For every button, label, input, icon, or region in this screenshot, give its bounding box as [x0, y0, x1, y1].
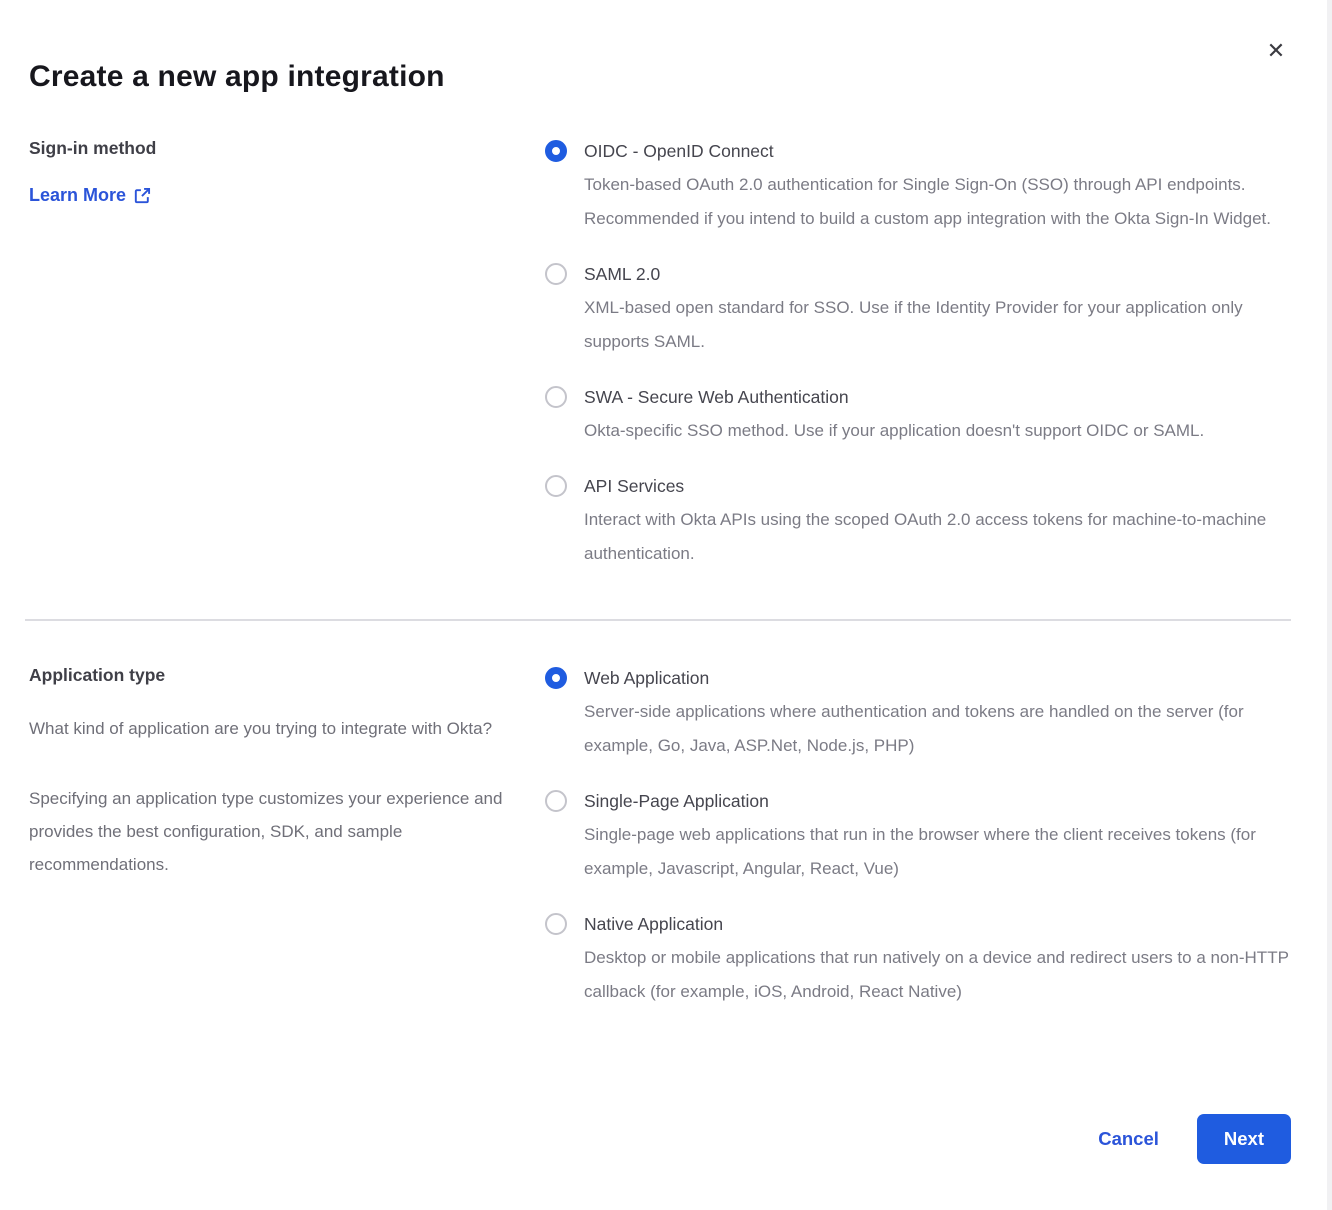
close-icon[interactable]: ✕	[1263, 38, 1289, 64]
option-desc-swa: Okta-specific SSO method. Use if your ap…	[584, 414, 1291, 448]
radio-selected-icon[interactable]	[545, 140, 567, 162]
external-link-icon	[134, 187, 151, 204]
application-type-options: Web Application Server-side applications…	[545, 665, 1291, 1009]
radio-selected-icon[interactable]	[545, 667, 567, 689]
application-type-left-column: Application type What kind of applicatio…	[29, 665, 545, 1009]
radio-unselected-icon[interactable]	[545, 263, 567, 285]
option-desc-native-application: Desktop or mobile applications that run …	[584, 941, 1291, 1009]
section-divider	[25, 619, 1291, 621]
option-label-oidc[interactable]: OIDC - OpenID Connect	[584, 138, 1291, 164]
option-desc-single-page-application: Single-page web applications that run in…	[584, 818, 1291, 886]
page-title: Create a new app integration	[29, 0, 1291, 94]
option-desc-api-services: Interact with Okta APIs using the scoped…	[584, 503, 1291, 571]
radio-option-api-services[interactable]: API Services Interact with Okta APIs usi…	[545, 473, 1291, 571]
radio-option-web-application[interactable]: Web Application Server-side applications…	[545, 665, 1291, 763]
option-label-saml[interactable]: SAML 2.0	[584, 261, 1291, 287]
option-label-web-application[interactable]: Web Application	[584, 665, 1291, 691]
learn-more-label: Learn More	[29, 185, 126, 206]
application-type-question: What kind of application are you trying …	[29, 712, 509, 745]
option-desc-oidc: Token-based OAuth 2.0 authentication for…	[584, 168, 1291, 236]
signin-method-section: Sign-in method Learn More OIDC - OpenID …	[29, 138, 1291, 571]
create-app-integration-modal: ✕ Create a new app integration Sign-in m…	[0, 0, 1327, 1210]
radio-unselected-icon[interactable]	[545, 386, 567, 408]
next-button[interactable]: Next	[1197, 1114, 1291, 1164]
signin-method-options: OIDC - OpenID Connect Token-based OAuth …	[545, 138, 1291, 571]
radio-option-saml[interactable]: SAML 2.0 XML-based open standard for SSO…	[545, 261, 1291, 359]
option-label-native-application[interactable]: Native Application	[584, 911, 1291, 937]
signin-method-heading: Sign-in method	[29, 138, 521, 159]
radio-option-single-page-application[interactable]: Single-Page Application Single-page web …	[545, 788, 1291, 886]
option-label-single-page-application[interactable]: Single-Page Application	[584, 788, 1291, 814]
learn-more-link[interactable]: Learn More	[29, 185, 151, 206]
cancel-button[interactable]: Cancel	[1098, 1128, 1159, 1150]
application-type-heading: Application type	[29, 665, 521, 686]
option-desc-web-application: Server-side applications where authentic…	[584, 695, 1291, 763]
modal-footer: Cancel Next	[1098, 1114, 1291, 1164]
radio-unselected-icon[interactable]	[545, 475, 567, 497]
radio-unselected-icon[interactable]	[545, 790, 567, 812]
radio-option-swa[interactable]: SWA - Secure Web Authentication Okta-spe…	[545, 384, 1291, 448]
radio-option-native-application[interactable]: Native Application Desktop or mobile app…	[545, 911, 1291, 1009]
option-label-api-services[interactable]: API Services	[584, 473, 1291, 499]
signin-method-left-column: Sign-in method Learn More	[29, 138, 545, 571]
option-label-swa[interactable]: SWA - Secure Web Authentication	[584, 384, 1291, 410]
application-type-section: Application type What kind of applicatio…	[29, 665, 1291, 1009]
application-type-explainer: Specifying an application type customize…	[29, 782, 509, 881]
radio-unselected-icon[interactable]	[545, 913, 567, 935]
radio-option-oidc[interactable]: OIDC - OpenID Connect Token-based OAuth …	[545, 138, 1291, 236]
option-desc-saml: XML-based open standard for SSO. Use if …	[584, 291, 1291, 359]
